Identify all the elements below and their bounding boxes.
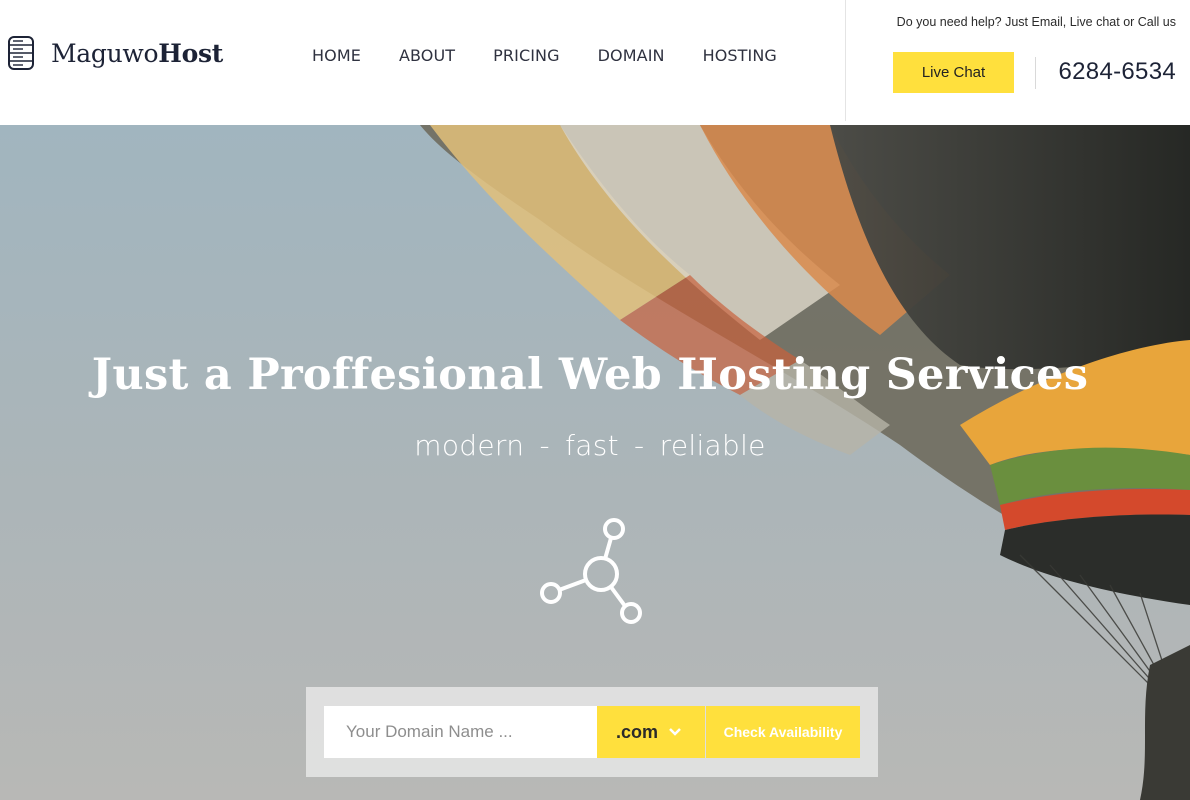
help-text: Do you need help? Just Email, Live chat … — [896, 15, 1176, 29]
brand-name-bold: Host — [158, 38, 223, 68]
main-nav: HOME ABOUT PRICING DOMAIN HOSTING — [312, 46, 815, 65]
nav-domain[interactable]: DOMAIN — [598, 46, 665, 65]
phone-number[interactable]: 6284-6534 — [1059, 58, 1176, 86]
domain-name-input[interactable] — [324, 706, 597, 758]
server-icon — [8, 36, 34, 70]
brand-logo[interactable]: MaguwoHost — [8, 36, 223, 70]
site-header: MaguwoHost HOME ABOUT PRICING DOMAIN HOS… — [0, 0, 1190, 125]
phone-divider — [1035, 57, 1036, 89]
tld-selected-value: .com — [615, 721, 658, 742]
nav-pricing[interactable]: PRICING — [493, 46, 559, 65]
tld-select[interactable]: .com — [597, 706, 705, 758]
nav-hosting[interactable]: HOSTING — [703, 46, 777, 65]
nav-about[interactable]: ABOUT — [399, 46, 455, 65]
header-divider — [845, 0, 846, 121]
chevron-down-icon — [669, 728, 681, 736]
domain-search-box: .com Check Availability — [306, 687, 878, 777]
check-availability-button[interactable]: Check Availability — [706, 706, 860, 758]
live-chat-button[interactable]: Live Chat — [893, 52, 1014, 93]
nav-home[interactable]: HOME — [312, 46, 361, 65]
hero-title: Just a Proffesional Web Hosting Services — [91, 350, 1089, 400]
brand-name-light: Maguwo — [51, 38, 159, 68]
brand-name: MaguwoHost — [51, 39, 223, 68]
hero-subtitle: modern - fast - reliable — [414, 429, 766, 462]
hero-section: Just a Proffesional Web Hosting Services… — [0, 125, 1190, 800]
share-network-icon — [540, 518, 642, 624]
